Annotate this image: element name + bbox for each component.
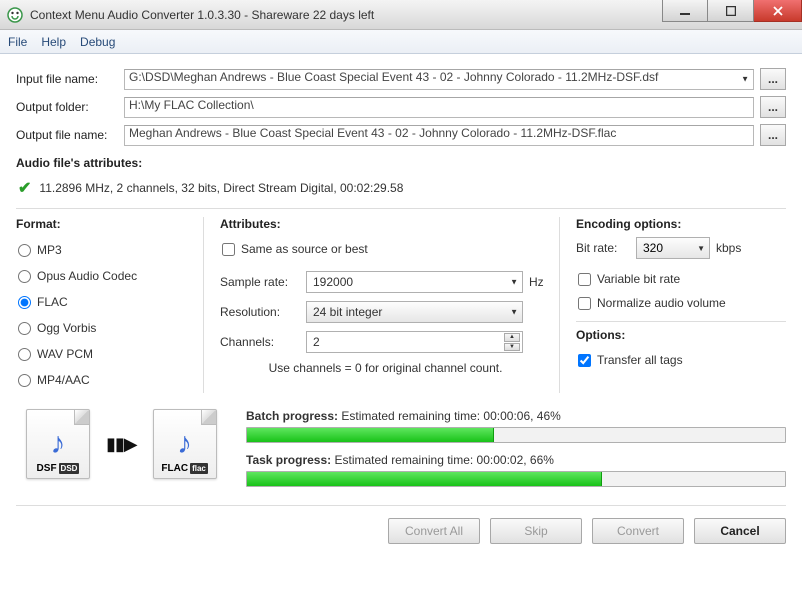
dropdown-icon: ▼ [510, 278, 518, 287]
close-button[interactable] [754, 0, 802, 22]
output-file-label: Output file name: [16, 128, 124, 142]
batch-progress-label: Batch progress: [246, 409, 338, 423]
convert-all-button[interactable]: Convert All [388, 518, 480, 544]
format-icons: ♪ DSF DSD ▮▮▶ ♪ FLAC flac [16, 409, 246, 479]
options-header: Options: [576, 328, 786, 342]
normalize-checkbox[interactable]: Normalize audio volume [576, 291, 786, 315]
titlebar: Context Menu Audio Converter 1.0.3.30 - … [0, 0, 802, 30]
attributes-header: Attributes: [220, 217, 551, 231]
sample-rate-select[interactable]: 192000 ▼ [306, 271, 523, 293]
format-radio-ogg[interactable]: Ogg Vorbis [16, 315, 197, 341]
output-folder-value: H:\My FLAC Collection\ [129, 98, 254, 112]
spinner-icon[interactable]: ▲▼ [504, 333, 520, 351]
music-note-icon: ♪ [51, 429, 66, 459]
music-note-icon: ♪ [177, 429, 192, 459]
channels-label: Channels: [220, 335, 306, 349]
window-title: Context Menu Audio Converter 1.0.3.30 - … [30, 8, 374, 22]
format-radio-flac[interactable]: FLAC [16, 289, 197, 315]
resolution-select[interactable]: 24 bit integer ▼ [306, 301, 523, 323]
resolution-label: Resolution: [220, 305, 306, 319]
task-progress-bar [246, 471, 786, 487]
output-folder-browse-button[interactable]: ... [760, 96, 786, 118]
skip-button[interactable]: Skip [490, 518, 582, 544]
menubar: File Help Debug [0, 30, 802, 54]
bitrate-unit: kbps [716, 241, 741, 255]
minimize-button[interactable] [662, 0, 708, 22]
output-file-value: Meghan Andrews - Blue Coast Special Even… [129, 126, 616, 140]
encoding-header: Encoding options: [576, 217, 786, 231]
maximize-button[interactable] [708, 0, 754, 22]
audio-attr-header: Audio file's attributes: [16, 156, 786, 170]
dropdown-icon: ▼ [741, 75, 749, 84]
format-radio-wav[interactable]: WAV PCM [16, 341, 197, 367]
format-header: Format: [16, 217, 197, 231]
menu-debug[interactable]: Debug [80, 35, 115, 49]
task-progress-label: Task progress: [246, 453, 331, 467]
output-folder-label: Output folder: [16, 100, 124, 114]
same-as-source-checkbox[interactable]: Same as source or best [220, 237, 551, 261]
menu-help[interactable]: Help [41, 35, 66, 49]
output-folder-input[interactable]: H:\My FLAC Collection\ [124, 97, 754, 118]
output-file-browse-button[interactable]: ... [760, 124, 786, 146]
task-progress-text: Estimated remaining time: 00:00:02, 66% [335, 453, 554, 467]
check-icon: ✔ [18, 178, 31, 198]
format-radio-opus[interactable]: Opus Audio Codec [16, 263, 197, 289]
format-radio-mp3[interactable]: MP3 [16, 237, 197, 263]
transfer-tags-checkbox[interactable]: Transfer all tags [576, 348, 786, 372]
input-file-value: G:\DSD\Meghan Andrews - Blue Coast Speci… [129, 70, 658, 84]
app-icon [6, 6, 24, 24]
audio-attr-text: 11.2896 MHz, 2 channels, 32 bits, Direct… [39, 181, 403, 195]
menu-file[interactable]: File [8, 35, 27, 49]
bitrate-select[interactable]: 320 ▼ [636, 237, 710, 259]
format-radio-mp4[interactable]: MP4/AAC [16, 367, 197, 393]
convert-button[interactable]: Convert [592, 518, 684, 544]
dest-format-icon: ♪ FLAC flac [153, 409, 217, 479]
bitrate-label: Bit rate: [576, 241, 636, 255]
source-format-icon: ♪ DSF DSD [26, 409, 90, 479]
input-file-combo[interactable]: G:\DSD\Meghan Andrews - Blue Coast Speci… [124, 69, 754, 90]
dropdown-icon: ▼ [697, 244, 705, 253]
dropdown-icon: ▼ [510, 308, 518, 317]
sample-rate-unit: Hz [529, 275, 551, 289]
batch-progress-bar [246, 427, 786, 443]
arrow-right-icon: ▮▮▶ [106, 434, 137, 455]
channels-spinner[interactable]: 2 ▲▼ [306, 331, 523, 353]
channels-hint: Use channels = 0 for original channel co… [220, 361, 551, 375]
batch-progress-text: Estimated remaining time: 00:00:06, 46% [341, 409, 560, 423]
sample-rate-label: Sample rate: [220, 275, 306, 289]
output-file-input[interactable]: Meghan Andrews - Blue Coast Special Even… [124, 125, 754, 146]
input-file-browse-button[interactable]: ... [760, 68, 786, 90]
vbr-checkbox[interactable]: Variable bit rate [576, 267, 786, 291]
input-file-label: Input file name: [16, 72, 124, 86]
cancel-button[interactable]: Cancel [694, 518, 786, 544]
